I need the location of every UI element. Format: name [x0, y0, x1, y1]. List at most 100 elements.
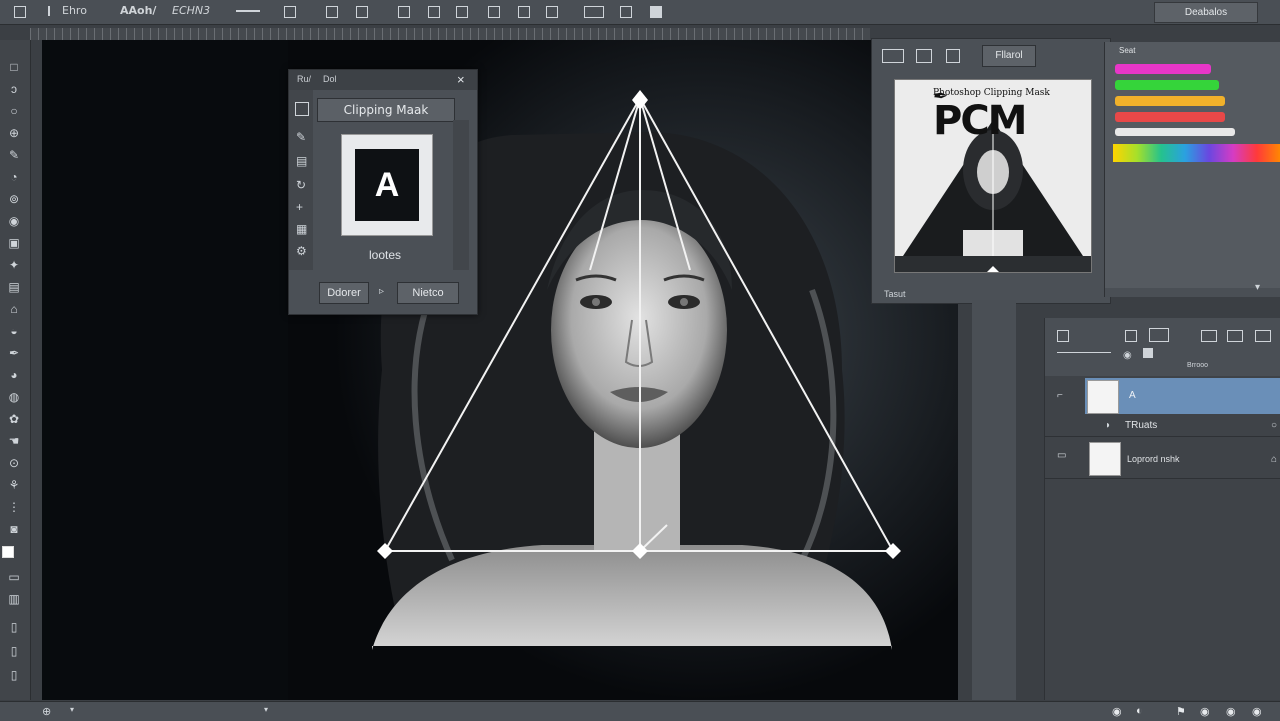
layer-icon[interactable]: [295, 102, 309, 116]
screen-mode-icon[interactable]: ▥: [7, 592, 21, 606]
warp-icon[interactable]: [456, 6, 468, 18]
history-brush-icon[interactable]: ▣: [7, 236, 21, 250]
adjustment-icon[interactable]: ⚑: [1176, 705, 1186, 718]
eraser-tool-icon[interactable]: ✦: [7, 258, 21, 272]
workspace-button[interactable]: Deabalos: [1154, 2, 1258, 23]
gradient-tool-icon[interactable]: ▤: [7, 280, 21, 294]
dialog-button-left[interactable]: Ddorer: [319, 282, 369, 304]
swatch-magenta[interactable]: [1115, 64, 1211, 74]
distribute-icon[interactable]: [326, 6, 338, 18]
type-tool-icon[interactable]: ◕: [7, 368, 21, 382]
hand-tool-icon[interactable]: ☚: [7, 434, 21, 448]
quick-select-icon[interactable]: ○: [7, 104, 21, 118]
collapse-icon[interactable]: ▾: [1255, 282, 1260, 293]
quick-mask-icon[interactable]: ▭: [7, 570, 21, 584]
rotate-icon[interactable]: [398, 6, 410, 18]
healing-icon[interactable]: ◔: [7, 170, 21, 184]
eye-icon[interactable]: ⌐: [1057, 390, 1063, 401]
dialog-tab-right[interactable]: Dol: [323, 74, 337, 84]
panel-icon-2[interactable]: [916, 49, 932, 63]
align-icon[interactable]: [236, 10, 260, 22]
colors-icon[interactable]: ◙: [7, 522, 21, 536]
option-label-1[interactable]: Ehro: [62, 4, 87, 17]
document-canvas[interactable]: [42, 40, 958, 700]
settings-icon[interactable]: ⚙: [296, 244, 307, 258]
panel-icon-1[interactable]: [882, 49, 904, 63]
lock-icon[interactable]: [1125, 330, 1137, 342]
foreground-color-icon[interactable]: [2, 546, 14, 558]
layer-options-icon[interactable]: [1057, 352, 1111, 359]
grid-icon[interactable]: [488, 6, 500, 18]
stamp-tool-icon[interactable]: ◉: [7, 214, 21, 228]
link-layers-icon[interactable]: [1255, 330, 1271, 342]
visibility-icon[interactable]: ◉: [1123, 350, 1132, 361]
move-tool-icon[interactable]: [14, 6, 26, 18]
eyedropper-icon[interactable]: ✎: [7, 148, 21, 162]
delete-layer-icon[interactable]: ◉: [1252, 705, 1262, 718]
lock-small-icon[interactable]: ⌂: [1271, 454, 1277, 465]
fx-icon[interactable]: ◐: [1136, 705, 1143, 717]
spectrum-bar[interactable]: [1113, 144, 1280, 162]
zoom-icon[interactable]: ⊕: [42, 705, 51, 718]
scroll-arrow-icon[interactable]: ▾: [264, 705, 268, 714]
path-select-icon[interactable]: ◍: [7, 390, 21, 404]
layout-icon[interactable]: [518, 6, 530, 18]
grid-small-icon[interactable]: ▦: [296, 222, 307, 236]
layer-row-a[interactable]: ⌐ A: [1045, 378, 1280, 414]
shape-tool-icon[interactable]: ✿: [7, 412, 21, 426]
filter-icon[interactable]: [1057, 330, 1069, 342]
cancel-icon[interactable]: [650, 6, 662, 18]
play-icon[interactable]: ▹: [379, 286, 384, 297]
opacity-icon[interactable]: [1201, 330, 1217, 342]
mask-icon[interactable]: [1143, 348, 1153, 358]
preview-caption: lootes: [368, 248, 402, 262]
add-mask-icon[interactable]: ◉: [1200, 705, 1210, 718]
panel-tab[interactable]: Fllarol: [982, 45, 1036, 67]
dialog-button-right[interactable]: Nietco: [397, 282, 459, 304]
frame-icon[interactable]: [284, 6, 296, 18]
frame-tool-icon[interactable]: ▯: [7, 668, 21, 682]
link-icon[interactable]: [546, 6, 558, 18]
fill-icon[interactable]: [1149, 328, 1169, 342]
blur-tool-icon[interactable]: ⌂: [7, 302, 21, 316]
pen-tool-icon[interactable]: ✒: [7, 346, 21, 360]
blend-icon[interactable]: [1227, 330, 1243, 342]
document-icon[interactable]: ▯: [7, 620, 21, 634]
option-label-3[interactable]: ECHN3: [172, 4, 210, 17]
new-group-icon[interactable]: ◉: [1112, 705, 1122, 718]
swatch-white[interactable]: [1115, 128, 1235, 136]
zoom-tool-icon[interactable]: ⊙: [7, 456, 21, 470]
swatch-red[interactable]: [1115, 112, 1225, 122]
brush-tool-icon[interactable]: ⊚: [7, 192, 21, 206]
status-dropdown-icon[interactable]: ▾: [70, 705, 74, 714]
extra-tools-icon[interactable]: ⚘: [7, 478, 21, 492]
swatch-green[interactable]: [1115, 80, 1219, 90]
commit-icon[interactable]: [620, 6, 632, 18]
edit-toolbar-icon[interactable]: ⋮: [7, 500, 21, 514]
dialog-scrollbar[interactable]: [453, 120, 469, 270]
layer-row-truats[interactable]: ◗ TRuats ○: [1045, 416, 1280, 436]
crop-tool-icon[interactable]: ⊕: [7, 126, 21, 140]
eye-icon[interactable]: ▭: [1057, 450, 1066, 461]
artwork: [288, 40, 958, 700]
circle-icon[interactable]: ○: [1271, 420, 1277, 431]
dialog-tab-left[interactable]: Ru/: [297, 74, 311, 84]
layer-row-mask[interactable]: ▭ Loprord nshk ⌂: [1045, 440, 1280, 476]
option-label-2[interactable]: AAoh/: [120, 4, 156, 17]
close-icon[interactable]: ×: [457, 72, 465, 87]
marquee-tool-icon[interactable]: □: [7, 60, 21, 74]
panel-icon-3[interactable]: [946, 49, 960, 63]
lasso-tool-icon[interactable]: ↄ: [7, 82, 21, 96]
brush-icon[interactable]: ✎: [296, 130, 306, 144]
select-icon[interactable]: [48, 6, 60, 16]
arrange-icon[interactable]: [356, 6, 368, 18]
add-icon[interactable]: +: [296, 200, 303, 214]
flip-icon[interactable]: [428, 6, 440, 18]
new-layer-icon[interactable]: ◉: [1226, 705, 1236, 718]
swatch-orange[interactable]: [1115, 96, 1225, 106]
dodge-tool-icon[interactable]: ◒: [7, 324, 21, 338]
page-icon[interactable]: ▯: [7, 644, 21, 658]
transform-icon[interactable]: [584, 6, 604, 18]
copy-icon[interactable]: ▤: [296, 154, 307, 168]
refresh-icon[interactable]: ↻: [296, 178, 306, 192]
